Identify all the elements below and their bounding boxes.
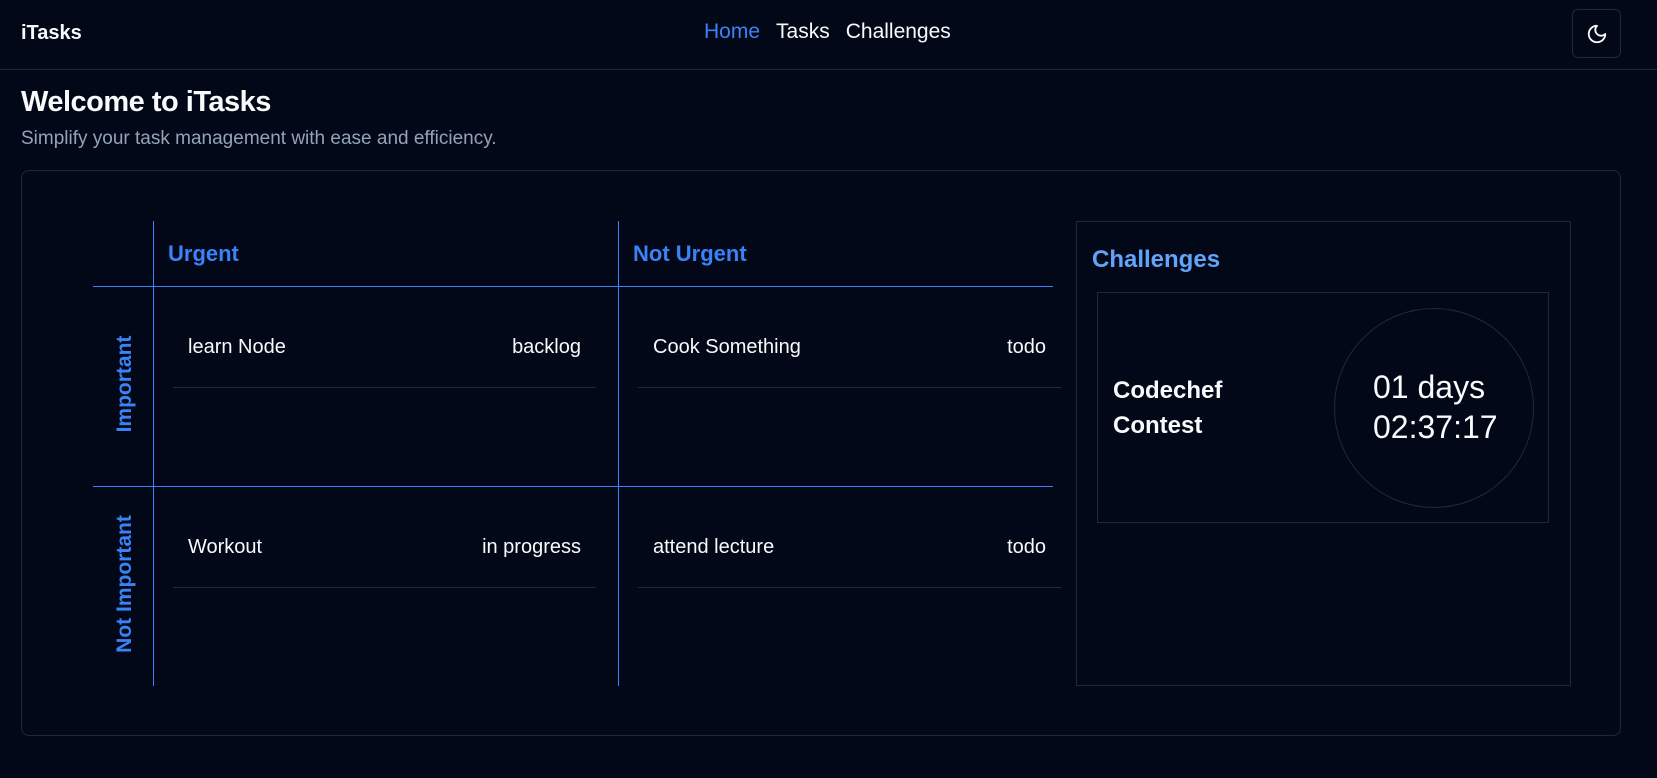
countdown-time: 02:37:17 xyxy=(1373,409,1498,445)
task-name: Workout xyxy=(188,535,263,558)
matrix-divider xyxy=(618,221,619,686)
nav-link-challenges[interactable]: Challenges xyxy=(846,20,951,44)
top-navbar: iTasks Home Tasks Challenges xyxy=(0,0,1657,70)
task-item[interactable]: learn Node backlog xyxy=(173,307,596,388)
task-item[interactable]: Workout in progress xyxy=(173,507,596,588)
task-item[interactable]: attend lecture todo xyxy=(638,507,1061,588)
dashboard-card: Urgent Not Urgent Important Not Importan… xyxy=(21,170,1621,736)
task-status: todo xyxy=(1007,535,1046,558)
task-name: Cook Something xyxy=(653,335,801,358)
task-item[interactable]: Cook Something todo xyxy=(638,307,1061,388)
moon-icon xyxy=(1587,24,1606,43)
theme-toggle-button[interactable] xyxy=(1572,9,1621,58)
challenges-title: Challenges xyxy=(1092,246,1221,273)
matrix-divider xyxy=(153,221,154,686)
challenges-panel: Challenges Codechef Contest 01 days 02:3… xyxy=(1076,221,1571,686)
nav-link-tasks[interactable]: Tasks xyxy=(776,20,830,44)
brand-logo[interactable]: iTasks xyxy=(21,22,82,45)
row-header-not-important: Not Important xyxy=(113,515,136,653)
nav-link-home[interactable]: Home xyxy=(704,20,760,44)
task-name: attend lecture xyxy=(653,535,775,558)
main-nav: Home Tasks Challenges xyxy=(704,20,951,44)
row-header-important: Important xyxy=(113,335,136,433)
matrix-divider xyxy=(93,486,1053,487)
column-header-urgent: Urgent xyxy=(168,241,239,266)
eisenhower-matrix: Urgent Not Urgent Important Not Importan… xyxy=(69,221,1061,686)
page-title: Welcome to iTasks xyxy=(21,86,271,118)
task-status: backlog xyxy=(512,335,581,358)
matrix-divider xyxy=(93,286,1053,287)
countdown-circle xyxy=(1334,308,1534,508)
task-status: todo xyxy=(1007,335,1046,358)
challenge-card[interactable]: Codechef Contest 01 days 02:37:17 xyxy=(1097,292,1549,523)
task-status: in progress xyxy=(482,535,581,558)
column-header-not-urgent: Not Urgent xyxy=(633,241,747,266)
task-name: learn Node xyxy=(188,335,286,358)
page-subtitle: Simplify your task management with ease … xyxy=(21,128,497,149)
challenge-name: Codechef Contest xyxy=(1113,377,1223,439)
countdown-days: 01 days xyxy=(1373,369,1486,405)
